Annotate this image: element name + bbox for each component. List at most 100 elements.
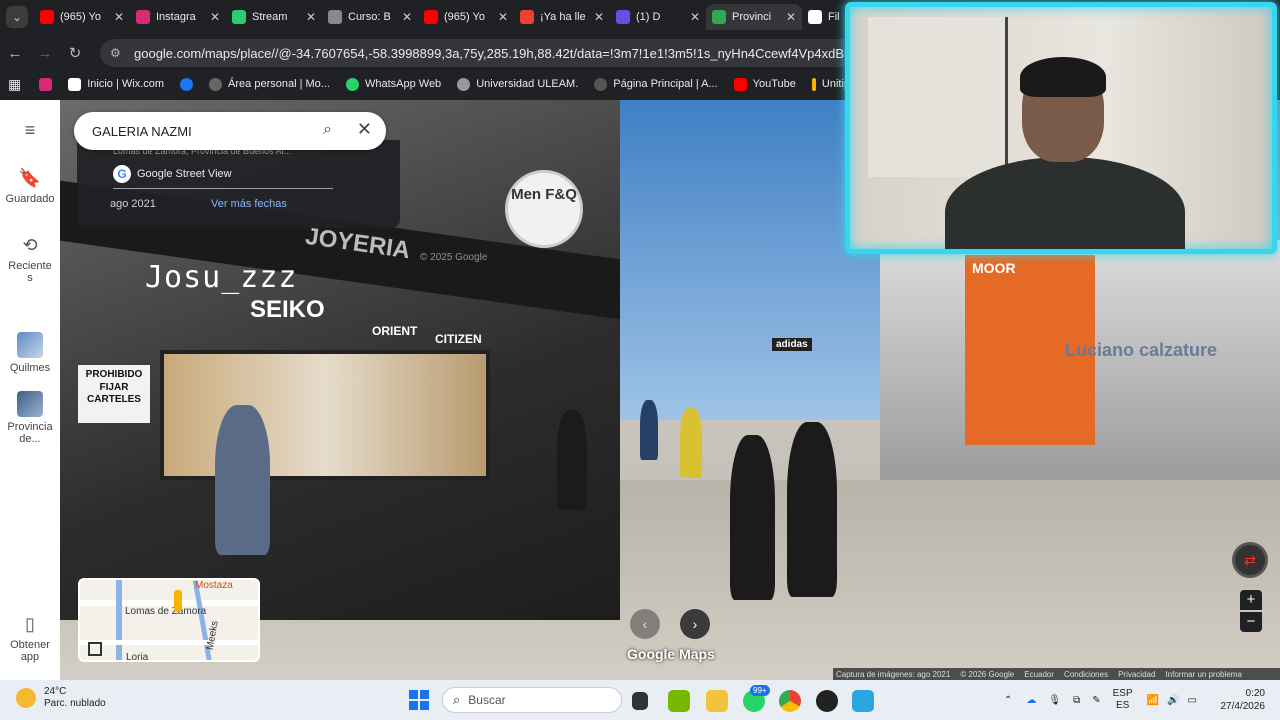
clock[interactable]: 0:20 27/4/2026 [1205,687,1266,713]
tab-curso[interactable]: Curso: B ✕ [322,4,418,30]
close-tab-icon[interactable]: ✕ [402,10,412,24]
sign-prohibido: PROHIBIDO FIJAR CARTELES [78,365,150,423]
region: ES [1115,700,1130,711]
close-tab-icon[interactable]: ✕ [786,10,796,24]
language-indicator[interactable]: ESP ES [1113,688,1133,712]
screenshot-icon[interactable]: ⧉ [1073,695,1080,706]
site-info-icon[interactable]: ⚙ [110,46,126,60]
close-tab-icon[interactable]: ✕ [498,10,508,24]
get-app-label: Obtener app [10,639,50,663]
nvidia-icon[interactable] [668,690,690,712]
url-text: google.com/maps/place//@-34.7607654,-58.… [134,45,854,61]
tab-maps-active[interactable]: Provinci ✕ [706,4,802,30]
wall-frame [868,17,1008,177]
tab-stream[interactable]: Stream ✕ [226,4,322,30]
minimap-label-place: Lomas de Zamora [125,606,207,617]
zoom-in-button[interactable]: + [1240,590,1262,610]
bookmark-facebook[interactable] [180,77,194,91]
tab-youtube-2[interactable]: (965) Yo ✕ [418,4,514,30]
close-tab-icon[interactable]: ✕ [594,10,604,24]
search-input[interactable]: GALERIA NAZMI [92,124,192,139]
tab-discord[interactable]: (1) D ✕ [610,4,706,30]
apps-icon[interactable]: ▦ [8,76,21,93]
close-tab-icon[interactable]: ✕ [306,10,316,24]
get-app-button[interactable]: ▯ Obtener app [0,614,60,663]
close-icon[interactable]: ✕ [357,119,372,140]
map-street-highlight [116,580,122,660]
bookmark-pagina-principal[interactable]: Página Principal | A... [594,77,718,91]
saved-button[interactable]: 🔖 Guardado [0,168,60,205]
app-red-icon[interactable] [816,690,838,712]
tab-search-button[interactable]: ⌄ [6,6,28,28]
close-tab-icon[interactable]: ✕ [690,10,700,24]
pegman-icon [174,590,182,612]
microphone-icon[interactable]: 🎙 [1048,695,1061,706]
zoom-out-button[interactable]: − [1240,612,1262,632]
close-tab-icon[interactable]: ✕ [210,10,220,24]
country-link[interactable]: Ecuador [1024,670,1054,679]
back-icon[interactable]: ← [0,45,30,62]
previous-arrow[interactable]: ‹ [630,609,660,639]
bookmark-youtube[interactable]: YouTube [733,77,796,91]
close-tab-icon[interactable]: ✕ [114,10,124,24]
taskbar-search[interactable]: ⌕ Buscar [442,687,622,713]
chevron-up-icon[interactable]: ⌃ [1004,695,1012,706]
kick-icon [232,10,246,24]
tab-gmail[interactable]: ¡Ya ha lle ✕ [514,4,610,30]
compass-icon[interactable]: ⇄ [1232,542,1268,578]
forward-icon[interactable]: → [30,45,60,62]
maps-pin-icon [712,10,726,24]
reload-icon[interactable]: ↻ [60,44,90,62]
search-icon[interactable]: ⌕ [323,121,332,139]
report-link[interactable]: Informar un problema [1165,670,1241,679]
bookmark-label: WhatsApp Web [364,78,442,90]
task-view-icon[interactable] [632,692,648,710]
tab-instagram[interactable]: Instagra ✕ [130,4,226,30]
capture-date-footer: Captura de imágenes: ago 2021 [836,669,951,679]
privacy-link[interactable]: Privacidad [1118,670,1155,679]
file-explorer-icon[interactable] [706,690,728,712]
system-tray: ⌃ ☁ 🎙 ⧉ ✎ ESP ES 📶 🔊 ▭ [1004,680,1197,720]
menu-button[interactable]: ≡ [0,120,60,145]
wifi-icon[interactable]: 📶 [1147,695,1159,706]
bookmark-wix[interactable]: Inicio | Wix.com [68,77,164,91]
recent-place-provincia[interactable]: Provincia de... [0,391,60,445]
volume-icon[interactable]: 🔊 [1167,695,1179,706]
more-dates-link[interactable]: Ver más fechas [211,198,287,210]
streamer-body [945,157,1185,249]
chrome-icon[interactable] [779,690,801,712]
pen-icon[interactable]: ✎ [1092,695,1100,706]
bookmark-instagram[interactable] [39,77,53,91]
tab-label: (965) Yo [444,11,485,23]
battery-icon[interactable]: ▭ [1188,695,1197,706]
bookmark-whatsapp[interactable]: WhatsApp Web [345,77,442,91]
divider [113,188,333,189]
globe-icon [209,77,223,91]
minimap[interactable]: Lomas de Zamora Mostaza Meeks Loria [78,578,260,662]
date: 27/4/2026 [1220,701,1266,712]
bookmark-label: Universidad ULEAM. [476,78,579,90]
pedestrian [215,405,270,555]
maps-search-box[interactable]: GALERIA NAZMI ⌕ ✕ [74,112,386,150]
terms-link[interactable]: Condiciones [1064,670,1108,679]
source-label: Google Street View [137,168,232,180]
place-thumbnail [17,332,43,358]
cloud-icon[interactable]: ☁ [1026,695,1036,706]
hamburger-menu-icon: ≡ [24,120,36,140]
webcam-overlay [845,2,1277,254]
next-arrow[interactable]: › [680,609,710,639]
recent-place-quilmes[interactable]: Quilmes [0,332,60,374]
expand-icon[interactable] [88,642,102,656]
tab-youtube-1[interactable]: (965) Yo ✕ [34,4,130,30]
url-input[interactable]: ⚙ google.com/maps/place//@-34.7607654,-5… [100,39,860,67]
bookmark-uleam[interactable]: Universidad ULEAM. [457,77,579,91]
tab-label: (1) D [636,11,661,23]
bookmark-moodle[interactable]: Área personal | Mo... [209,77,330,91]
start-button[interactable] [409,690,429,710]
place-thumbnail [17,391,43,417]
search-icon: ⌕ [453,692,461,707]
recent-button[interactable]: ⟲ Reciente s [0,235,60,284]
weather-widget[interactable]: 24°C Parc. nublado [16,686,106,710]
app-blue-icon[interactable] [852,690,874,712]
street-view-info-card: Lomas de Zamora, Provincia de Buenos Ai.… [77,140,400,228]
